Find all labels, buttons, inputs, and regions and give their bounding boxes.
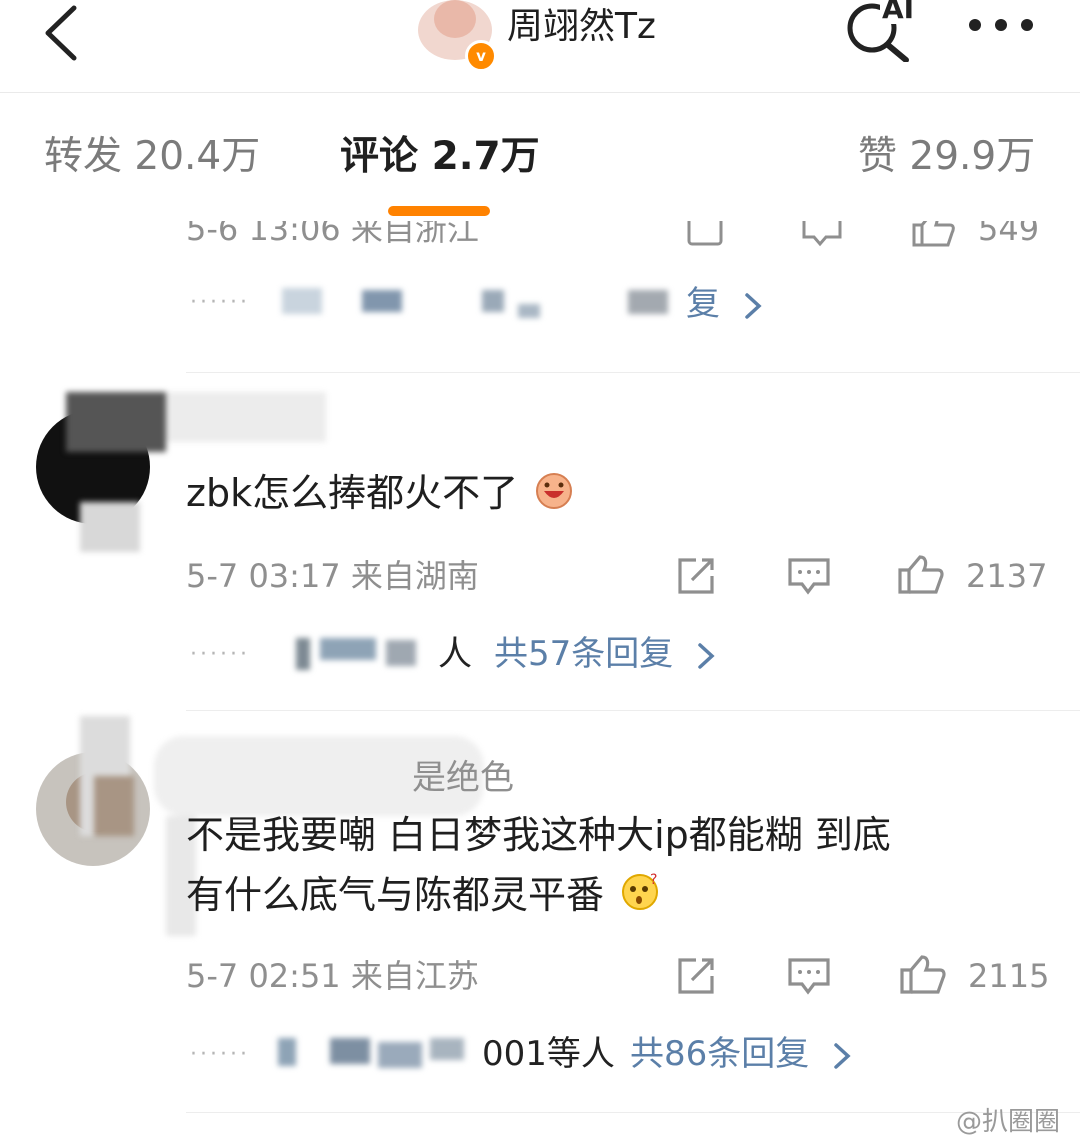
verified-badge-icon: v <box>465 40 497 72</box>
tab-reposts[interactable]: 转发 20.4万 <box>44 132 260 182</box>
chevron-right-icon <box>698 642 715 669</box>
like-count: 2115 <box>968 957 1050 995</box>
comment-time-location: 5-6 13:06 来自浙江 <box>186 221 479 248</box>
chevron-left-icon[interactable] <box>40 4 86 62</box>
reply-prefix: 001等人 <box>482 1034 615 1074</box>
view-replies-link[interactable]: 共57条回复 <box>494 632 720 676</box>
divider <box>186 710 1080 711</box>
ai-search-button[interactable]: AI <box>842 0 918 63</box>
comment-icon[interactable] <box>786 956 832 996</box>
chevron-right-icon <box>745 292 762 319</box>
comment-username[interactable]: 是绝色 <box>412 758 514 798</box>
comment-meta-row: 5-6 13:06 来自浙江 549 <box>0 221 1080 249</box>
chevron-right-icon <box>834 1042 851 1069</box>
repost-icon[interactable] <box>686 221 726 247</box>
reply-prefix: 人 <box>438 634 472 674</box>
comment-time-location: 5-7 03:17 来自湖南 <box>186 557 479 595</box>
like-icon[interactable] <box>910 221 956 247</box>
replies-label: 共57条回复 <box>494 634 674 674</box>
like-count: 549 <box>978 221 1040 248</box>
svg-text:?: ? <box>650 872 657 888</box>
replies-label: 共86条回复 <box>630 1034 810 1074</box>
view-replies-link[interactable]: 共86条回复 <box>630 1032 856 1076</box>
view-replies-link[interactable]: 复 <box>686 282 767 326</box>
reply-dots: ······ <box>190 1042 250 1067</box>
laughing-emoji-icon <box>534 469 574 523</box>
active-tab-indicator <box>388 206 490 216</box>
repost-icon[interactable] <box>674 556 718 596</box>
replies-label: 复 <box>686 284 720 324</box>
comment-icon[interactable] <box>800 221 844 247</box>
divider <box>186 372 1080 373</box>
comment-time-location: 5-7 02:51 来自江苏 <box>186 957 479 995</box>
watermark: @扒圈圈 <box>956 1107 1061 1137</box>
like-count: 2137 <box>966 557 1048 595</box>
tab-likes[interactable]: 赞 29.9万 <box>858 132 1035 182</box>
comment-text-line2: 有什么底气与陈都灵平番 ? <box>186 868 662 926</box>
reply-dots: ······ <box>190 642 250 667</box>
comment-text: zbk怎么捧都火不了 <box>186 466 574 523</box>
reply-dots: ······ <box>190 290 250 315</box>
like-icon[interactable] <box>896 554 946 596</box>
blurred-replier-names <box>290 634 440 674</box>
tab-comments[interactable]: 评论 2.7万 <box>340 132 540 182</box>
divider <box>186 1112 1080 1113</box>
blurred-replier-names <box>282 284 682 320</box>
page-title[interactable]: 周翊然Tz <box>507 5 656 49</box>
more-icon[interactable] <box>966 14 1036 36</box>
comment-text-line1: 不是我要嘲 白日梦我这种大ip都能糊 到底 <box>186 813 891 857</box>
comment-icon[interactable] <box>786 556 832 596</box>
ai-label: AI <box>880 0 917 24</box>
like-icon[interactable] <box>898 954 948 996</box>
repost-icon[interactable] <box>674 956 718 996</box>
blurred-replier-names <box>274 1034 484 1074</box>
puzzled-emoji-icon: ? <box>620 870 662 926</box>
